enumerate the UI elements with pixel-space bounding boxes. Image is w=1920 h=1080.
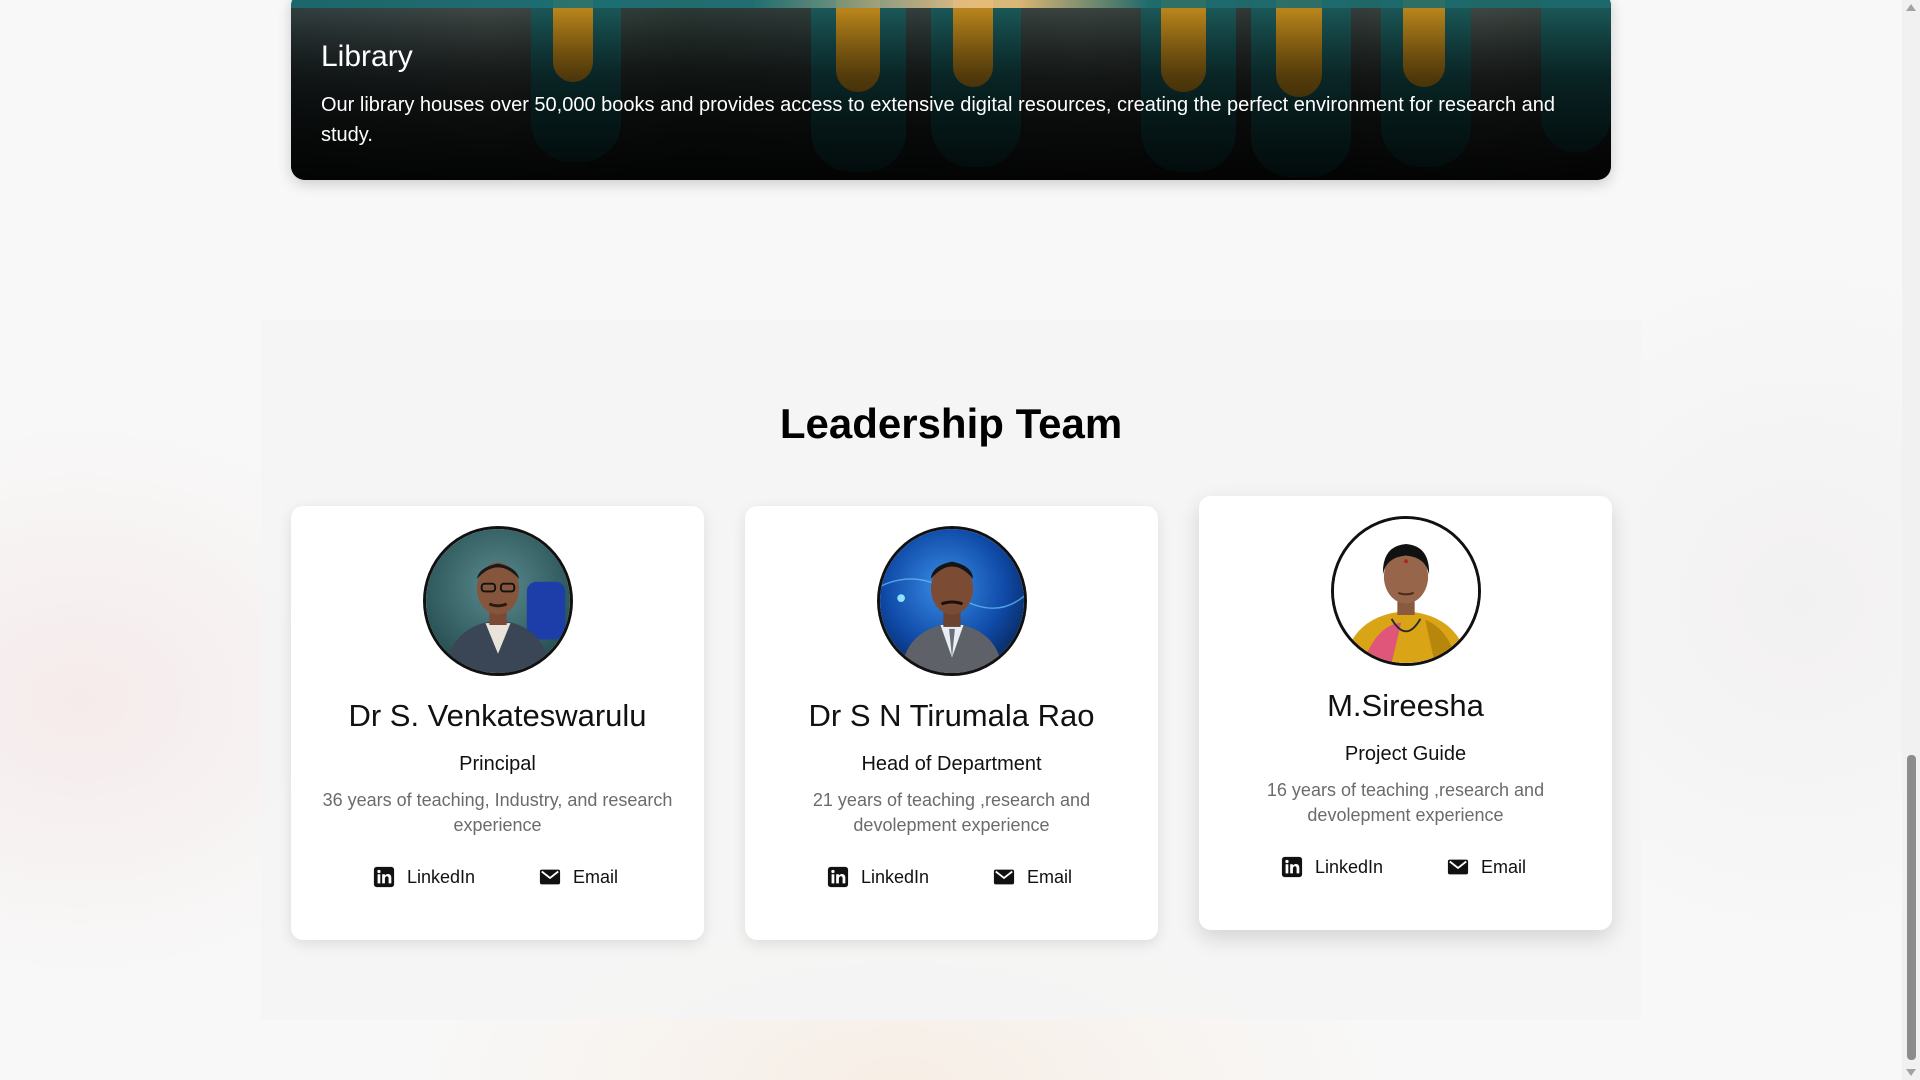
avatar — [876, 526, 1027, 676]
page: Library Our library houses over 50,000 b… — [0, 0, 1902, 1080]
leader-card-project-guide: M.Sireesha Project Guide 16 years of tea… — [1199, 496, 1612, 930]
library-title: Library — [321, 40, 413, 73]
member-role: Project Guide — [1344, 743, 1467, 765]
leader-card-hod: Dr S N Tirumala Rao Head of Department 2… — [745, 506, 1158, 940]
member-links: LinkedIn Email — [291, 866, 704, 896]
library-card: Library Our library houses over 50,000 b… — [291, 0, 1611, 180]
linkedin-label: LinkedIn — [1315, 856, 1384, 877]
member-name: Dr S. Venkateswarulu — [348, 698, 647, 733]
member-experience: 21 years of teaching ,research and devol… — [812, 790, 1091, 835]
linkedin-icon — [373, 866, 395, 888]
member-links: LinkedIn Email — [745, 866, 1158, 896]
email-label: Email — [1481, 856, 1527, 877]
scroll-up-arrow-icon[interactable] — [1906, 4, 1916, 11]
email-link[interactable]: Email — [1447, 856, 1526, 878]
linkedin-link[interactable]: LinkedIn — [373, 866, 475, 888]
linkedin-icon — [827, 866, 849, 888]
email-icon — [993, 866, 1015, 888]
leader-card-principal: Dr S. Venkateswarulu Principal 36 years … — [291, 506, 704, 940]
linkedin-icon — [1281, 856, 1303, 878]
avatar — [422, 526, 573, 676]
section-title: Leadership Team — [779, 400, 1123, 447]
scrollbar-thumb[interactable] — [1907, 755, 1916, 1060]
member-experience: 36 years of teaching, Industry, and rese… — [322, 790, 673, 835]
linkedin-label: LinkedIn — [861, 866, 930, 887]
vertical-scrollbar[interactable] — [1902, 0, 1920, 1080]
linkedin-label: LinkedIn — [407, 866, 476, 887]
email-link[interactable]: Email — [539, 866, 618, 888]
member-name: M.Sireesha — [1327, 688, 1484, 723]
email-icon — [1447, 856, 1469, 878]
member-role: Head of Department — [861, 753, 1042, 775]
email-label: Email — [573, 866, 619, 887]
email-icon — [539, 866, 561, 888]
member-role: Principal — [459, 753, 536, 775]
member-experience: 16 years of teaching ,research and devol… — [1266, 780, 1545, 825]
leadership-section: Leadership Team Dr S. Venkateswarulu Pri… — [261, 320, 1641, 1020]
library-description: Our library houses over 50,000 books and… — [321, 94, 1555, 146]
email-link[interactable]: Email — [993, 866, 1072, 888]
scroll-down-arrow-icon[interactable] — [1906, 1069, 1916, 1076]
member-links: LinkedIn Email — [1199, 856, 1612, 886]
member-name: Dr S N Tirumala Rao — [808, 698, 1095, 733]
linkedin-link[interactable]: LinkedIn — [1281, 856, 1383, 878]
email-label: Email — [1027, 866, 1073, 887]
avatar — [1330, 516, 1481, 666]
linkedin-link[interactable]: LinkedIn — [827, 866, 929, 888]
